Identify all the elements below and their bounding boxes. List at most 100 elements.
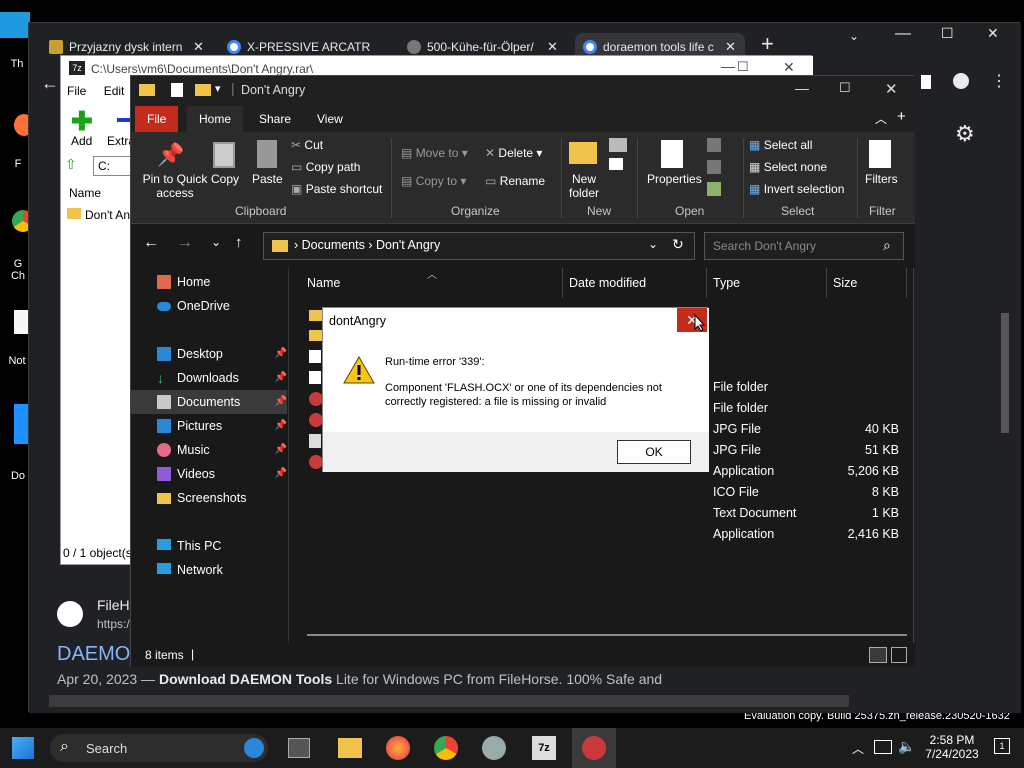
file-type[interactable]: JPG File <box>713 419 761 440</box>
tab-file[interactable]: File <box>135 106 179 132</box>
chevron-down-icon[interactable]: ⌄ <box>648 237 658 251</box>
file-type[interactable]: Application <box>713 461 774 482</box>
column-header-name[interactable]: Name <box>289 268 563 298</box>
new-item-icon[interactable] <box>609 138 627 152</box>
menu-file[interactable]: File <box>67 84 86 98</box>
pin-icon[interactable]: 📌 <box>275 438 287 462</box>
nav-network[interactable]: Network <box>157 558 287 582</box>
sidebar-icon[interactable] <box>921 75 931 89</box>
properties-button[interactable]: Properties <box>647 172 702 186</box>
clock[interactable]: 2:58 PM 7/24/2023 <box>922 733 982 761</box>
nav-downloads[interactable]: ↓ Downloads 📌 <box>157 366 287 390</box>
extract-minus-icon[interactable] <box>117 118 131 122</box>
new-folder-quick-icon[interactable] <box>195 84 211 96</box>
dontangry-taskbar-icon[interactable] <box>582 736 606 760</box>
pin-icon[interactable]: 📌 <box>275 414 287 438</box>
nav-music[interactable]: Music 📌 <box>157 438 287 462</box>
tab-share[interactable]: Share <box>247 106 303 132</box>
new-tab-icon[interactable]: + <box>897 108 906 125</box>
column-name[interactable]: Name <box>69 186 101 200</box>
horizontal-scrollbar[interactable] <box>307 634 907 636</box>
breadcrumb-current[interactable]: Don't Angry <box>376 238 440 252</box>
select-all-button[interactable]: ▦ Select all <box>749 138 812 152</box>
column-header-size[interactable]: Size <box>827 268 907 298</box>
column-header-date[interactable]: Date modified <box>563 268 707 298</box>
settings-gear-icon[interactable]: ⚙ <box>955 121 975 147</box>
recent-locations-icon[interactable]: ⌄ <box>211 235 221 249</box>
column-header-type[interactable]: Type <box>707 268 827 298</box>
ok-button[interactable]: OK <box>617 440 691 464</box>
pin-icon[interactable]: 📌 <box>275 366 287 390</box>
menu-edit[interactable]: Edit <box>104 84 125 98</box>
back-arrow-icon[interactable]: ← <box>41 73 59 94</box>
up-folder-icon[interactable]: ⇧ <box>65 156 83 174</box>
file-type[interactable]: ICO File <box>713 482 759 503</box>
task-view-icon[interactable] <box>288 738 310 758</box>
nav-this-pc[interactable]: This PC <box>157 534 287 558</box>
rename-button[interactable]: ▭ Rename <box>485 174 545 188</box>
forward-arrow-icon[interactable]: → <box>177 234 193 252</box>
volume-icon[interactable]: 🔈 <box>898 738 915 755</box>
pin-to-quick-access-button[interactable]: Pin to Quick access <box>139 172 211 200</box>
nav-onedrive[interactable]: OneDrive <box>157 294 287 318</box>
back-arrow-icon[interactable]: ← <box>143 234 159 252</box>
copy-button[interactable]: Copy <box>211 172 239 186</box>
chevron-up-icon[interactable]: ︿ <box>852 740 864 757</box>
refresh-icon[interactable]: ↻ <box>672 236 684 253</box>
file-type[interactable]: JPG File <box>713 440 761 461</box>
close-window-icon[interactable]: ✕ <box>987 25 999 42</box>
nav-desktop[interactable]: Desktop 📌 <box>157 342 287 366</box>
close-icon[interactable]: ✕ <box>783 59 795 76</box>
file-type[interactable]: File folder <box>713 377 768 398</box>
move-to-button[interactable]: ▤ Move to ▾ <box>401 146 468 160</box>
filters-button[interactable]: Filters <box>865 172 898 186</box>
cut-button[interactable]: ✂ Cut <box>291 138 323 152</box>
nav-videos[interactable]: Videos 📌 <box>157 462 287 486</box>
breadcrumb-documents[interactable]: Documents <box>302 238 365 252</box>
taskbar-search[interactable]: ⌕ Search <box>50 734 268 762</box>
select-none-button[interactable]: ▦ Select none <box>749 160 827 174</box>
file-type[interactable]: Application <box>713 524 774 545</box>
result-url[interactable]: https:/ <box>97 617 130 631</box>
edit-icon[interactable] <box>707 160 721 174</box>
paste-button[interactable]: Paste <box>252 172 283 186</box>
firefox-taskbar-icon[interactable] <box>386 736 410 760</box>
nav-home[interactable]: Home <box>157 270 287 294</box>
chevron-down-icon[interactable]: ⌄ <box>849 29 859 43</box>
properties-quick-icon[interactable] <box>171 83 183 97</box>
maximize-icon[interactable]: ☐ <box>737 59 749 75</box>
new-folder-button[interactable]: New folder <box>569 172 599 200</box>
copy-path-button[interactable]: ▭ Copy path <box>291 160 360 174</box>
large-icons-view-icon[interactable] <box>891 647 907 663</box>
vertical-scrollbar[interactable] <box>1001 313 1009 433</box>
copy-to-button[interactable]: ▤ Copy to ▾ <box>401 174 466 188</box>
file-type[interactable]: Text Document <box>713 503 796 524</box>
new-tab-icon[interactable]: + <box>761 31 774 57</box>
pin-icon[interactable]: 📌 <box>275 462 287 486</box>
add-plus-icon[interactable]: ✚ <box>71 108 93 134</box>
start-windows-icon[interactable] <box>12 737 34 759</box>
bing-icon[interactable] <box>244 738 264 758</box>
7zip-taskbar-icon[interactable]: 7z <box>532 736 556 760</box>
paste-shortcut-button[interactable]: ▣ Paste shortcut <box>291 182 382 196</box>
minimize-icon[interactable]: — <box>895 25 911 43</box>
nav-pictures[interactable]: Pictures 📌 <box>157 414 287 438</box>
customize-quick-access-icon[interactable]: ▾ <box>215 82 221 95</box>
settings-taskbar-icon[interactable] <box>482 736 506 760</box>
tab-home[interactable]: Home <box>187 106 244 132</box>
search-input[interactable]: Search Don't Angry ⌕ <box>704 232 904 260</box>
more-menu-icon[interactable]: ⋮ <box>991 71 1007 91</box>
document-desktop-icon[interactable] <box>14 404 28 444</box>
address-bar[interactable]: › Documents › Don't Angry ⌄ ↻ <box>263 232 695 260</box>
nav-screenshots[interactable]: Screenshots <box>157 486 287 510</box>
notifications-icon[interactable]: 1 <box>994 738 1010 754</box>
path-box[interactable]: C: <box>93 156 133 176</box>
pin-icon[interactable]: 📌 <box>275 390 287 414</box>
desktop-icon-1[interactable] <box>0 12 30 38</box>
invert-selection-button[interactable]: ▦ Invert selection <box>749 182 844 196</box>
history-icon[interactable] <box>707 182 721 196</box>
add-button[interactable]: Add <box>71 134 92 148</box>
pin-icon[interactable]: 📌 <box>275 342 287 366</box>
archive-row[interactable]: Don't An <box>85 208 130 222</box>
file-type[interactable]: File folder <box>713 398 768 419</box>
